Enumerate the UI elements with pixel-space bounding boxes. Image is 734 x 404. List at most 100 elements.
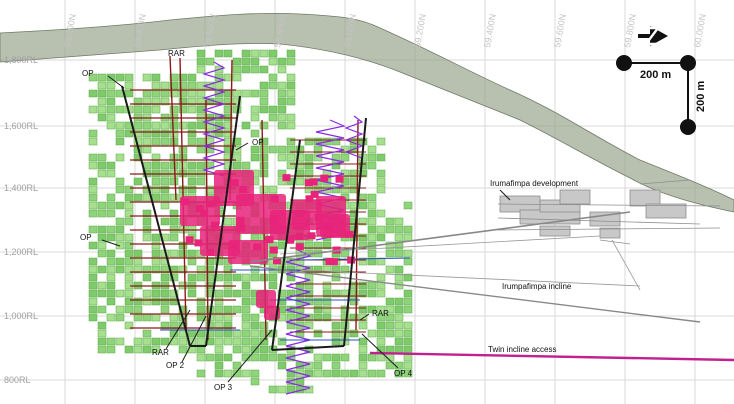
stope-block [376, 209, 386, 218]
stope-block [115, 105, 125, 114]
stope-block [196, 49, 206, 58]
stope-block [97, 241, 107, 250]
stope-block [151, 73, 161, 82]
stope-block [403, 329, 413, 338]
stope-block [259, 89, 269, 98]
stope-block [97, 89, 107, 98]
stope-block [250, 105, 260, 114]
stope-block [358, 337, 368, 346]
scale-node-left [616, 55, 632, 71]
stope-block [106, 81, 116, 90]
north-arrow-icon [636, 20, 670, 50]
stope-block [367, 289, 377, 298]
stope-block [142, 121, 152, 130]
ore-cell [230, 179, 239, 187]
stope-block [331, 329, 341, 338]
stope-block [142, 73, 152, 82]
stope-block [160, 201, 170, 210]
stope-block [214, 305, 224, 314]
stope-block [385, 329, 395, 338]
stope-block [214, 329, 224, 338]
stope-block [241, 345, 251, 354]
label-irumafimpa-development: Irumafimpa development [490, 179, 579, 188]
stope-block [178, 345, 188, 354]
stope-block [358, 305, 368, 314]
stope-block [259, 273, 269, 282]
stope-block [106, 281, 116, 290]
stope-block [376, 225, 386, 234]
stope-block [124, 257, 134, 266]
stope-block [214, 345, 224, 354]
northing-label: 59.600N [552, 13, 568, 48]
stope-block [358, 281, 368, 290]
stope-block [124, 345, 134, 354]
stope-block [403, 289, 413, 298]
stope-block [331, 361, 341, 370]
stope-block [394, 225, 404, 234]
stope-block [259, 49, 269, 58]
ore-cell [253, 243, 262, 251]
stope-block [277, 89, 287, 98]
stope-block [403, 353, 413, 362]
stope-block [187, 329, 197, 338]
stope-block [367, 353, 377, 362]
stope-block [277, 113, 287, 122]
stope-block [259, 169, 269, 178]
stope-block [124, 73, 134, 82]
stope-block [115, 305, 125, 314]
stope-block [403, 321, 413, 330]
stope-block [277, 337, 287, 346]
stope-block [214, 313, 224, 322]
stope-block [196, 297, 206, 306]
stope-block [232, 89, 242, 98]
stope-block [142, 273, 152, 282]
stope-block [187, 105, 197, 114]
stope-block [223, 329, 233, 338]
stope-block [115, 225, 125, 234]
stope-block [259, 145, 269, 154]
stope-block [205, 353, 215, 362]
stope-block [385, 265, 395, 274]
stope-block [340, 153, 350, 162]
stope-block [151, 313, 161, 322]
stope-block [277, 97, 287, 106]
stope-block [151, 161, 161, 170]
stope-block [160, 129, 170, 138]
label-rar-bottom: RAR [152, 348, 169, 357]
stope-block [97, 321, 107, 330]
stope-block [106, 193, 116, 202]
stope-block [187, 161, 197, 170]
ore-cell [324, 222, 333, 230]
stope-block [250, 65, 260, 74]
ore-cell [206, 248, 215, 256]
stope-block [124, 289, 134, 298]
stope-block [106, 289, 116, 298]
label-op-right: OP [252, 138, 264, 147]
stope-block [259, 65, 269, 74]
stope-block [115, 185, 125, 194]
stope-block [115, 257, 125, 266]
stope-block [286, 57, 296, 66]
stope-block [241, 65, 251, 74]
stope-block [169, 217, 179, 226]
ore-cell [200, 209, 209, 217]
stope-block [349, 329, 359, 338]
stope-block [142, 89, 152, 98]
stope-block [187, 81, 197, 90]
stope-block [142, 217, 152, 226]
stope-block [394, 297, 404, 306]
ore-cell [314, 214, 323, 222]
stope-block [358, 345, 368, 354]
ore-cell [239, 185, 248, 193]
stope-block [169, 249, 179, 258]
stope-block [151, 297, 161, 306]
stope-block [394, 265, 404, 274]
stope-block [367, 217, 377, 226]
stope-block [394, 217, 404, 226]
stope-block [106, 249, 116, 258]
stope-block [259, 353, 269, 362]
stope-block [151, 185, 161, 194]
stope-block [268, 49, 278, 58]
stope-block [250, 233, 260, 242]
rl-labels: 1,800RL 1,600RL 1,400RL 1,200RL 1,000RL 800RL [4, 55, 38, 385]
